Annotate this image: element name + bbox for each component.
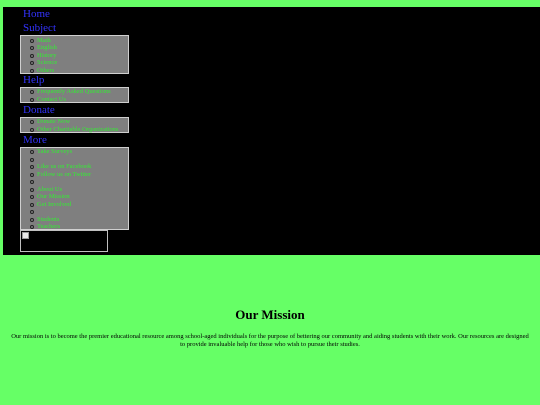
more-link-students[interactable]: Students [21,216,128,224]
bullet-icon [30,195,34,199]
bullet-icon [30,46,34,50]
bullet-icon [30,97,34,102]
donate-link-list: Donate Now Other Charitable Organization… [21,118,128,133]
more-link-facebook[interactable]: Like us on Facebook [21,163,128,171]
footer-image[interactable] [20,230,108,252]
bullet-icon [30,53,34,58]
nav-subject-heading[interactable]: Subject [23,22,56,34]
bullet-icon [30,217,34,222]
bullet-icon [30,61,34,65]
subject-link-list: Math English History Science Others [21,37,128,75]
bullet-icon [30,165,34,169]
donate-menu: Donate Now Other Charitable Organization… [20,117,129,133]
more-link-list: Take Surveys Like us on Facebook Follow … [21,148,128,231]
bullet-icon [30,187,34,192]
bullet-icon [30,90,34,94]
navigation-panel: Home Subject Math English History Scienc… [3,7,540,255]
more-link-take-surveys[interactable]: Take Surveys [21,148,128,156]
bullet-icon [30,202,34,207]
bullet-icon [30,180,34,184]
bullet-icon [30,225,34,229]
more-link-about-us[interactable]: About Us [21,186,128,194]
mission-section: Our Mission Our mission is to become the… [10,307,530,349]
more-menu: Take Surveys Like us on Facebook Follow … [20,147,129,230]
more-link-get-involved[interactable]: Get Involved [21,201,128,209]
subject-link-others[interactable]: Others [21,67,128,75]
more-link-empty [21,156,128,164]
bullet-icon [30,172,34,177]
subject-link-history[interactable]: History [21,52,128,60]
more-link-empty [21,178,128,186]
mission-title: Our Mission [235,307,305,322]
subject-link-english[interactable]: English [21,44,128,52]
bullet-icon [30,157,34,162]
subject-link-science[interactable]: Science [21,59,128,67]
bullet-icon [30,127,34,132]
bullet-icon [30,150,34,154]
donate-link-donate-now[interactable]: Donate Now [21,118,128,126]
more-link-twitter[interactable]: Follow us on Twitter [21,171,128,179]
bullet-icon [30,210,34,214]
help-link-faq[interactable]: Frequently Asked Questions [21,88,128,96]
subject-menu: Math English History Science Others [20,35,129,74]
donate-link-other-organizations[interactable]: Other Charitable Organizations [21,126,128,134]
nav-more-heading[interactable]: More [23,134,47,146]
bullet-icon [30,68,34,73]
help-link-list: Frequently Asked Questions Contact Us [21,88,128,103]
nav-home-link[interactable]: Home [23,8,50,20]
more-link-our-mission[interactable]: Our Mission [21,193,128,201]
help-menu: Frequently Asked Questions Contact Us [20,87,129,103]
bullet-icon [30,38,34,43]
nav-donate-heading[interactable]: Donate [23,104,55,116]
broken-image-icon [22,232,29,239]
more-link-empty [21,208,128,216]
bullet-icon [30,120,34,124]
mission-text: Our mission is to become the premier edu… [11,333,529,348]
nav-help-heading[interactable]: Help [23,74,44,86]
help-link-contact-us[interactable]: Contact Us [21,96,128,104]
subject-link-math[interactable]: Math [21,37,128,45]
